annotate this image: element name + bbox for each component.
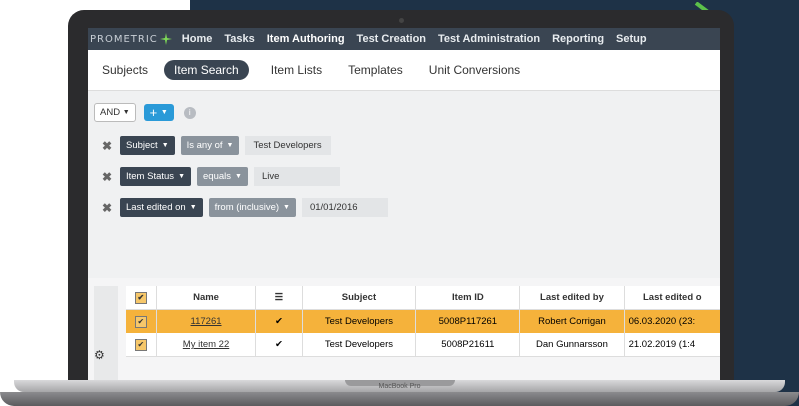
cell-item-id: 5008P21611 <box>415 333 521 357</box>
filter-value[interactable]: 01/01/2016 <box>301 198 388 217</box>
filter-operator-value: from (inclusive) <box>214 202 280 213</box>
cell-last-edited-on: 21.02.2019 (1:4 <box>624 333 720 357</box>
nav-setup[interactable]: Setup <box>616 33 647 45</box>
checkbox-icon[interactable]: ✔ <box>134 338 147 351</box>
cell-name[interactable]: My item 22 <box>156 333 257 357</box>
results-table: ✔ Name ☰ Subject Item ID Last edited by … <box>126 286 720 357</box>
filter-toolbar: AND ▼ + ▼ i <box>94 103 196 122</box>
chevron-down-icon: ▼ <box>178 173 185 180</box>
tab-item-lists[interactable]: Item Lists <box>271 63 322 77</box>
nav-item-authoring[interactable]: Item Authoring <box>267 33 345 45</box>
logo-text: PROMETRIC <box>90 33 158 45</box>
chevron-down-icon: ▼ <box>122 109 130 116</box>
filter-panel: AND ▼ + ▼ i ✖ Subject ▼ Is any of ▼ Test D… <box>88 91 720 278</box>
filter-operator-select[interactable]: from (inclusive) ▼ <box>208 198 296 217</box>
filter-operator-value: equals <box>203 171 231 182</box>
top-nav: PROMETRIC Home Tasks Item Authoring Test… <box>88 28 720 50</box>
nav-test-creation[interactable]: Test Creation <box>357 33 426 45</box>
remove-filter-icon[interactable]: ✖ <box>94 170 120 184</box>
filter-row: ✖ Subject ▼ Is any of ▼ Test Developers <box>94 136 332 155</box>
app-screen: PROMETRIC Home Tasks Item Authoring Test… <box>88 28 720 380</box>
device-label: MacBook Pro <box>378 383 421 390</box>
filter-operator-select[interactable]: Is any of ▼ <box>180 136 240 155</box>
cell-subject: Test Developers <box>302 309 417 333</box>
cell-last-edited-by: Robert Corrigan <box>519 309 625 333</box>
cell-subject: Test Developers <box>302 333 417 357</box>
nav-reporting[interactable]: Reporting <box>552 33 604 45</box>
remove-filter-icon[interactable]: ✖ <box>94 201 120 215</box>
chevron-down-icon: ▼ <box>160 109 168 116</box>
filter-field-select[interactable]: Last edited on ▼ <box>120 198 203 217</box>
filter-operator-value: Is any of <box>186 140 223 151</box>
filter-value[interactable]: Live <box>253 167 340 186</box>
checkbox-icon[interactable]: ✔ <box>134 315 147 328</box>
filter-value[interactable]: Test Developers <box>245 136 332 155</box>
item-link[interactable]: 117261 <box>191 316 222 327</box>
remove-filter-icon[interactable]: ✖ <box>94 139 120 153</box>
chevron-down-icon: ▼ <box>283 204 290 211</box>
tab-item-search[interactable]: Item Search <box>164 60 249 80</box>
table-header: ✔ Name ☰ Subject Item ID Last edited by … <box>126 286 720 310</box>
logic-select-value: AND <box>100 107 121 118</box>
laptop-base-lip <box>0 392 799 406</box>
tab-subjects[interactable]: Subjects <box>102 63 148 77</box>
chevron-down-icon: ▼ <box>189 204 197 211</box>
column-header-name[interactable]: Name <box>156 286 257 310</box>
cell-last-edited-on: 06.03.2020 (23: <box>624 309 720 333</box>
tab-unit-conversions[interactable]: Unit Conversions <box>429 63 520 77</box>
settings-column <box>94 286 118 380</box>
table-row[interactable]: ✔ My item 22 ✔ Test Developers 5008P2161… <box>126 333 720 357</box>
add-filter-button[interactable]: + ▼ <box>143 104 174 121</box>
chevron-down-icon: ▼ <box>235 173 242 180</box>
info-icon[interactable]: i <box>183 106 196 119</box>
chevron-down-icon: ▼ <box>226 142 234 149</box>
cell-name[interactable]: 117261 <box>156 309 257 333</box>
column-header-last-edited-on[interactable]: Last edited o <box>624 286 720 310</box>
cell-item-id: 5008P117261 <box>415 309 521 333</box>
filter-field-select[interactable]: Item Status ▼ <box>120 167 191 186</box>
add-filter-label: + <box>149 105 158 120</box>
filter-field-value: Subject <box>126 140 158 151</box>
check-icon: ✔ <box>255 333 303 357</box>
cell-last-edited-by: Dan Gunnarsson <box>519 333 625 357</box>
sub-nav: Subjects Item Search Item Lists Template… <box>88 50 720 91</box>
logo-mark-icon <box>159 33 172 45</box>
nav-tasks[interactable]: Tasks <box>224 33 254 45</box>
check-icon: ✔ <box>255 309 303 333</box>
select-all-header[interactable]: ✔ <box>126 286 157 310</box>
camera-icon <box>399 18 404 23</box>
row-checkbox[interactable]: ✔ <box>126 333 157 357</box>
column-header-item-id[interactable]: Item ID <box>415 286 521 310</box>
column-header-subject[interactable]: Subject <box>302 286 417 310</box>
checkbox-icon[interactable]: ✔ <box>134 291 147 304</box>
results-area: ⚙ ✔ Name ☰ Subject Item ID Last edited b… <box>88 278 720 380</box>
logo: PROMETRIC <box>88 33 172 45</box>
filter-row: ✖ Last edited on ▼ from (inclusive) ▼ 01/0… <box>94 198 388 217</box>
gear-icon[interactable]: ⚙ <box>94 348 105 362</box>
filter-field-value: Last edited on <box>126 202 186 213</box>
filter-operator-select[interactable]: equals ▼ <box>197 167 248 186</box>
tab-templates[interactable]: Templates <box>348 63 403 77</box>
nav-home[interactable]: Home <box>182 33 213 45</box>
row-checkbox[interactable]: ✔ <box>126 309 157 333</box>
nav-test-administration[interactable]: Test Administration <box>438 33 540 45</box>
column-header-last-edited-by[interactable]: Last edited by <box>519 286 625 310</box>
filter-field-select[interactable]: Subject ▼ <box>120 136 175 155</box>
filter-row: ✖ Item Status ▼ equals ▼ Live <box>94 167 340 186</box>
list-icon[interactable]: ☰ <box>255 286 303 310</box>
item-link[interactable]: My item 22 <box>183 339 229 350</box>
chevron-down-icon: ▼ <box>161 142 169 149</box>
table-row[interactable]: ✔ 117261 ✔ Test Developers 5008P117261 R… <box>126 309 720 333</box>
filter-field-value: Item Status <box>126 171 175 182</box>
logic-select[interactable]: AND ▼ <box>94 103 136 122</box>
